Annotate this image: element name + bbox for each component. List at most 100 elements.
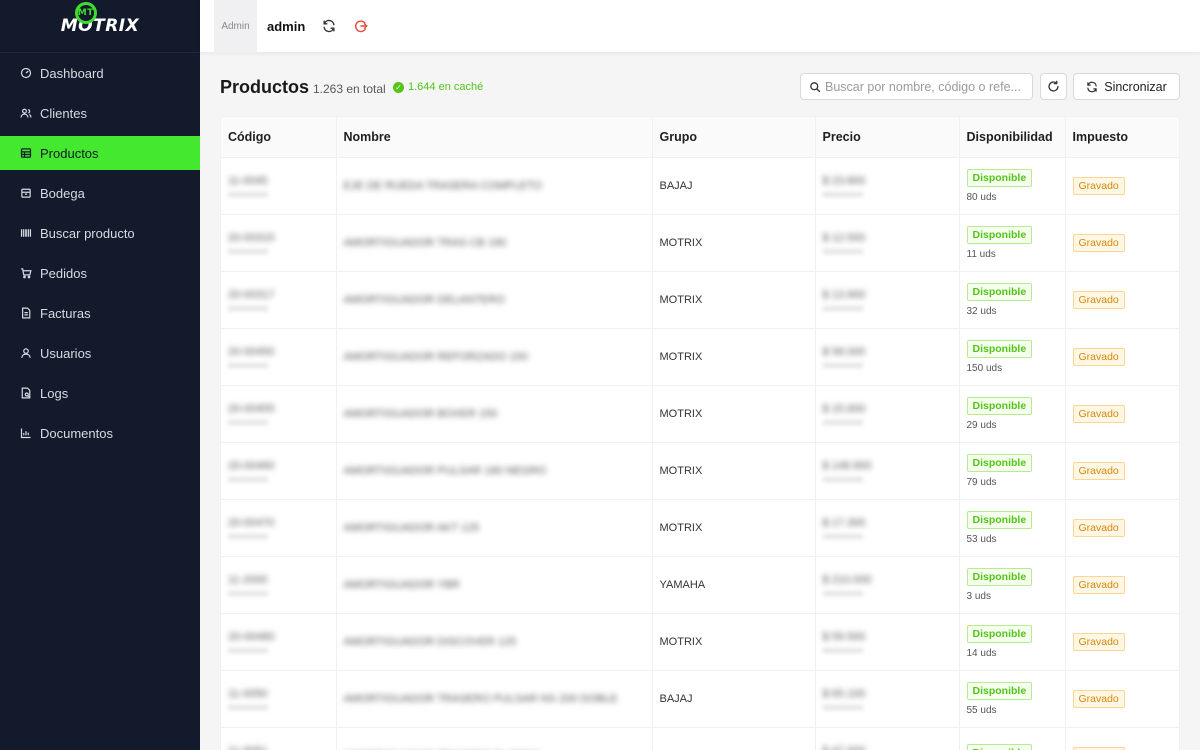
column-header-code[interactable]: Código: [221, 117, 337, 158]
cell-availability: Disponible 11 uds: [959, 214, 1066, 272]
product-price: $ 65.100: [822, 687, 866, 700]
product-code: 11-0050: [228, 687, 268, 700]
code-subtext: [228, 419, 268, 425]
table-row[interactable]: 20-00455 AMORTIGUADOR BOXER 150 MOTRIX $ 15…: [221, 385, 1179, 443]
product-name: AMORTIGUADOR DISCOVER 125: [343, 635, 517, 648]
product-price: $ 17.300: [822, 516, 866, 529]
cell-code: 20-00315: [221, 214, 337, 272]
product-code: 11-0045: [228, 174, 268, 187]
stock-units: 55 uds: [966, 704, 997, 716]
product-group: BAJAJ: [659, 692, 693, 705]
table-row[interactable]: 20-00470 AMORTIGUADOR AKT 125 MOTRIX $ 17.3…: [221, 499, 1179, 557]
price-subtext: [822, 476, 863, 482]
product-price: $ 47.000: [823, 745, 866, 750]
table-row[interactable]: 20-00480 AMORTIGUADOR DISCOVER 125 MOTRIX $…: [221, 613, 1179, 671]
brand-logo[interactable]: MT MOTRIX: [0, 0, 200, 53]
stock-units: 150 uds: [966, 362, 1003, 374]
stock-units: 14 uds: [966, 647, 997, 659]
sidebar-item-label: Productos: [40, 145, 99, 161]
table-row[interactable]: 20-00460 AMORTIGUADOR PULSAR 180 NEGRO MOT…: [221, 442, 1179, 500]
cell-availability: Disponible: [959, 727, 1066, 750]
cell-price: $ 15.600: [815, 385, 960, 443]
product-group: MOTRIX: [659, 464, 703, 477]
refresh-icon[interactable]: [321, 18, 337, 34]
stock-units: 79 uds: [966, 476, 997, 488]
total-count: 1.263 en total: [313, 82, 386, 96]
product-group: MOTRIX: [659, 521, 703, 534]
cell-tax: Gravado: [1065, 727, 1179, 750]
cell-name: EJE DE RUEDA TRASERA COMPLETO: [336, 157, 653, 215]
price-subtext: [822, 362, 863, 368]
table-header-row: Código Nombre Grupo Precio Disponibilida…: [221, 117, 1179, 158]
product-code: 20-00460: [228, 459, 275, 472]
sidebar-item-usuarios[interactable]: Usuarios: [0, 336, 200, 370]
availability-badge: Disponible: [966, 624, 1033, 643]
sidebar-item-pedidos[interactable]: Pedidos: [0, 256, 200, 290]
tax-badge: Gravado: [1072, 746, 1125, 750]
table-row[interactable]: 11-0045 EJE DE RUEDA TRASERA COMPLETO BAJA…: [221, 157, 1179, 215]
table-row[interactable]: 11-2000 AMORTIGUADOR YBR YAMAHA $ 210.000 Di…: [221, 556, 1179, 614]
sidebar-item-clientes[interactable]: Clientes: [0, 96, 200, 130]
product-price: $ 15.600: [822, 402, 866, 415]
product-name: EJE DE RUEDA TRASERA COMPLETO: [343, 179, 542, 192]
table-row[interactable]: 11-0051 AMORTIGUADOR TRASERO PLATINOBAJAJ…: [221, 727, 1179, 750]
sidebar-item-buscar-producto[interactable]: Buscar producto: [0, 216, 200, 250]
availability-badge: Disponible: [966, 567, 1033, 586]
sidebar-item-facturas[interactable]: Facturas: [0, 296, 200, 330]
tax-badge: Gravado: [1072, 233, 1125, 252]
logout-icon[interactable]: [353, 18, 369, 34]
column-header-name[interactable]: Nombre: [336, 117, 653, 158]
product-name: AMORTIGUADOR YBR: [343, 578, 460, 591]
column-header-group[interactable]: Grupo: [652, 117, 816, 158]
cell-group: YAMAHA: [652, 556, 816, 614]
sidebar-item-documentos[interactable]: Documentos: [0, 416, 200, 450]
cell-availability: Disponible 150 uds: [959, 328, 1066, 386]
table-row[interactable]: 11-0050 AMORTIGUADOR TRASERO PULSAR NS 20…: [221, 670, 1179, 728]
cell-name: AMORTIGUADOR TRAS CB 190: [336, 214, 653, 272]
cell-price: $ 58.000: [815, 328, 960, 386]
product-price: $ 13.900: [822, 288, 866, 301]
stock-units: 11 uds: [966, 248, 996, 260]
tax-badge: Gravado: [1072, 518, 1125, 537]
column-header-availability[interactable]: Disponibilidad: [959, 117, 1066, 158]
sidebar-item-productos[interactable]: Productos: [0, 136, 200, 170]
sidebar-item-logs[interactable]: Logs: [0, 376, 200, 410]
sidebar-item-label: Usuarios: [40, 345, 92, 361]
main-content: Productos 1.263 en total ✓ 1.644 en cach…: [200, 53, 1200, 750]
warehouse-icon: [20, 187, 32, 199]
column-header-tax[interactable]: Impuesto: [1065, 117, 1179, 158]
product-code: 11-0051: [228, 745, 268, 750]
cell-price: $ 59.500: [815, 613, 960, 671]
availability-badge: Disponible: [966, 510, 1033, 529]
product-code: 20-00450: [228, 345, 275, 358]
logo-badge: MT: [74, 2, 97, 24]
column-header-price[interactable]: Precio: [815, 117, 960, 158]
tax-badge: Gravado: [1072, 461, 1125, 480]
sidebar-item-bodega[interactable]: Bodega: [0, 176, 200, 210]
cell-name: AMORTIGUADOR TRASERO PULSAR NS 200 DOBLE: [336, 670, 653, 728]
cell-tax: Gravado: [1065, 556, 1179, 614]
cell-availability: Disponible 80 uds: [959, 157, 1066, 215]
availability-badge: Disponible: [966, 744, 1033, 750]
sidebar-item-label: Facturas: [40, 305, 91, 321]
sidebar-nav: Dashboard Clientes Productos Bodega Buscar p…: [0, 56, 200, 450]
table-row[interactable]: 20-00317 AMORTIGUADOR DELANTERO MOTRIX $ 13…: [221, 271, 1179, 329]
role-tab[interactable]: Admin: [214, 0, 257, 53]
search-box[interactable]: [800, 73, 1033, 100]
cell-group: MOTRIX: [652, 499, 816, 557]
stock-units: 53 uds: [966, 533, 997, 545]
code-subtext: [228, 476, 268, 482]
table-row[interactable]: 20-00450 AMORTIGUADOR REFORZADO 150 MOTRIX…: [221, 328, 1179, 386]
code-subtext: [228, 647, 268, 653]
reload-button[interactable]: [1040, 73, 1067, 100]
cell-price: $ 47.000: [815, 727, 960, 750]
table-row[interactable]: 20-00315 AMORTIGUADOR TRAS CB 190 MOTRIX $ …: [221, 214, 1179, 272]
cell-name: AMORTIGUADOR AKT 125: [336, 499, 653, 557]
sidebar-item-dashboard[interactable]: Dashboard: [0, 56, 200, 90]
sync-button[interactable]: Sincronizar: [1073, 73, 1180, 100]
search-input[interactable]: [825, 79, 1025, 94]
tax-badge: Gravado: [1072, 347, 1125, 366]
sidebar-item-label: Buscar producto: [40, 225, 135, 241]
availability-badge: Disponible: [966, 225, 1033, 244]
dashboard-icon: [20, 67, 32, 79]
